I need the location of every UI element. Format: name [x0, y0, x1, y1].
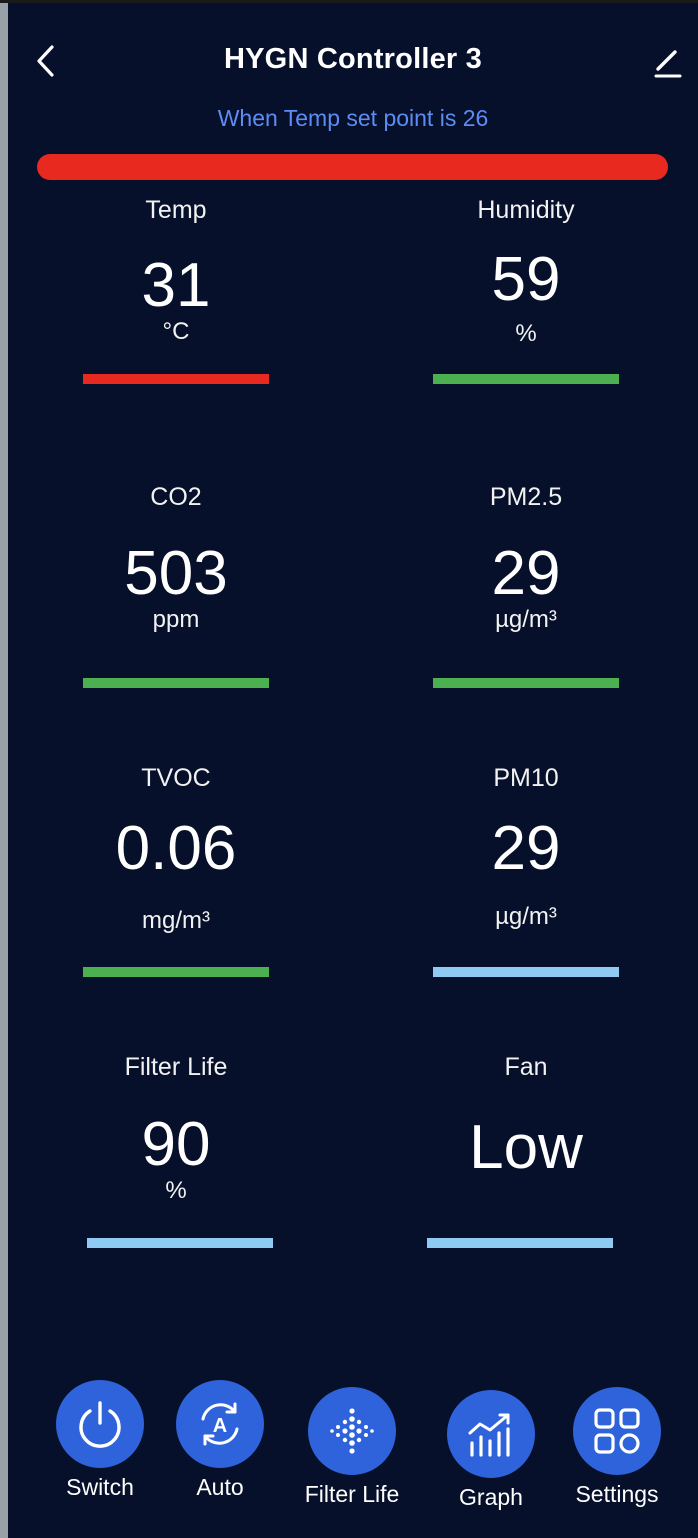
- metric-label: Filter Life: [124, 1053, 228, 1081]
- metric-status-bar: [427, 1238, 613, 1248]
- filter-life-label: Filter Life: [304, 1481, 400, 1507]
- svg-text:A: A: [213, 1415, 227, 1437]
- metric-status-bar: [433, 967, 619, 977]
- metric-unit: µg/m³: [495, 903, 557, 930]
- metric-value: 31: [141, 251, 211, 320]
- metric-label: Fan: [504, 1053, 548, 1081]
- metric-label: Humidity: [477, 196, 575, 224]
- metric-status-bar: [83, 967, 269, 977]
- metric-value: 29: [491, 539, 561, 608]
- metric-humidity: Humidity 59 %: [376, 193, 676, 384]
- metric-unit: %: [165, 1177, 187, 1204]
- metric-value: 59: [491, 245, 561, 314]
- auto-label: Auto: [196, 1474, 244, 1500]
- metric-status-bar: [83, 678, 269, 688]
- metric-unit: mg/m³: [142, 907, 210, 934]
- metric-co2: CO2 503 ppm: [26, 480, 326, 688]
- auto-button[interactable]: A Auto: [155, 1380, 285, 1501]
- metric-value: 29: [491, 814, 561, 883]
- pencil-icon: [654, 50, 682, 78]
- metric-unit: °C: [162, 318, 190, 345]
- graph-button[interactable]: Graph: [426, 1390, 556, 1511]
- auto-mode-icon: A: [201, 1402, 239, 1446]
- controller-screen: HYGN Controller 3 When Temp set point is…: [8, 3, 698, 1538]
- metric-filter-life: Filter Life 90 %: [26, 1050, 326, 1248]
- metric-fan: Fan Low: [376, 1050, 676, 1248]
- metric-label: TVOC: [141, 764, 211, 792]
- metric-status-bar: [83, 374, 269, 384]
- settings-button[interactable]: Settings: [552, 1387, 682, 1508]
- settings-label: Settings: [575, 1481, 659, 1507]
- switch-label: Switch: [66, 1474, 134, 1500]
- switch-button[interactable]: Switch: [35, 1380, 165, 1501]
- grid-apps-icon: [594, 1408, 640, 1454]
- metric-value: 0.06: [115, 814, 237, 883]
- settings-circle[interactable]: [573, 1387, 661, 1475]
- metric-unit: %: [515, 320, 537, 347]
- metric-pm25: PM2.5 29 µg/m³: [376, 480, 676, 688]
- filter-icon: [330, 1408, 374, 1454]
- metric-unit: µg/m³: [495, 606, 557, 633]
- header: HYGN Controller 3 When Temp set point is…: [8, 3, 698, 153]
- status-indicator: [37, 154, 668, 180]
- metric-status-bar: [87, 1238, 273, 1248]
- metric-tvoc: TVOC 0.06 mg/m³: [26, 761, 326, 977]
- device-frame-edge: [0, 0, 8, 1538]
- metric-label: PM10: [493, 764, 559, 792]
- filter-life-circle[interactable]: [308, 1387, 396, 1475]
- metric-value: 90: [141, 1110, 211, 1179]
- metric-pm10: PM10 29 µg/m³: [376, 761, 676, 977]
- metric-label: PM2.5: [489, 483, 563, 511]
- metric-status-bar: [433, 678, 619, 688]
- metric-unit: ppm: [152, 606, 200, 633]
- metric-temp: Temp 31 °C: [26, 193, 326, 384]
- status-bar: [37, 154, 668, 180]
- power-icon: [79, 1401, 121, 1448]
- chart-icon: [468, 1413, 510, 1457]
- metric-label: Temp: [145, 196, 207, 224]
- metric-label: CO2: [150, 483, 202, 511]
- filter-life-button[interactable]: Filter Life: [287, 1387, 417, 1508]
- metric-status-bar: [433, 374, 619, 384]
- metric-value: 503: [124, 539, 228, 608]
- edit-button[interactable]: [648, 43, 684, 81]
- switch-circle[interactable]: [56, 1380, 144, 1468]
- graph-label: Graph: [459, 1484, 523, 1510]
- auto-circle[interactable]: A: [176, 1380, 264, 1468]
- page-title: HYGN Controller 3: [224, 43, 482, 75]
- graph-circle[interactable]: [447, 1390, 535, 1478]
- setpoint-note: When Temp set point is 26: [217, 105, 489, 131]
- metric-value: Low: [469, 1113, 583, 1182]
